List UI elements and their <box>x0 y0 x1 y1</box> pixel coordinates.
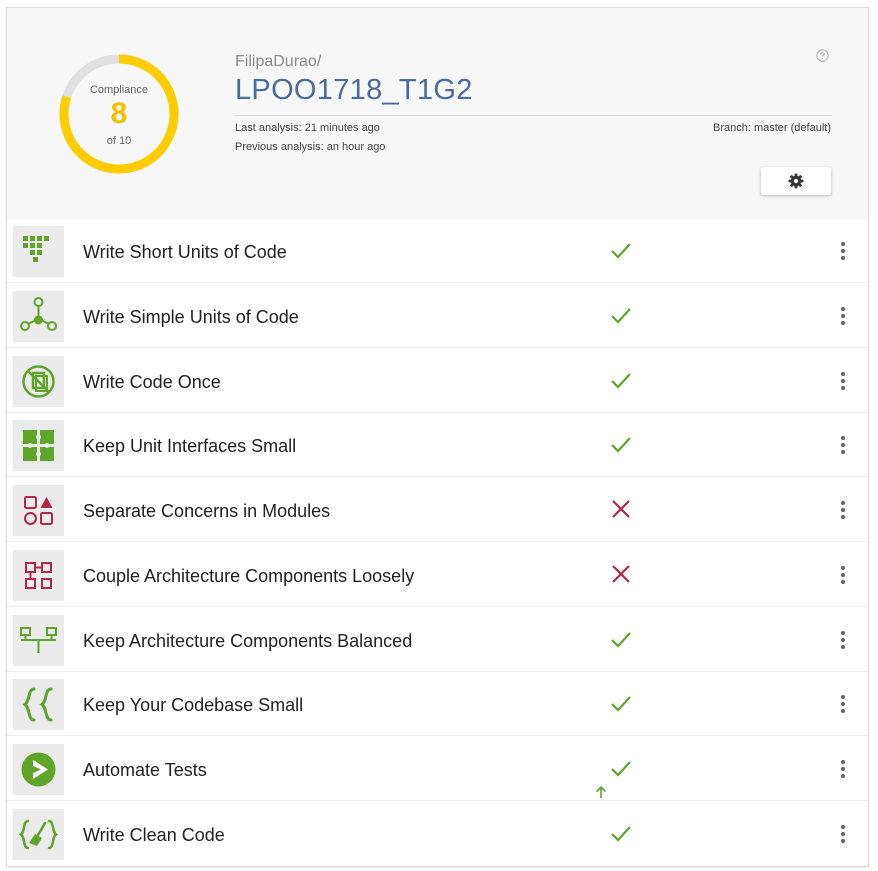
compliance-max: of 10 <box>106 135 132 147</box>
guideline-row[interactable]: Keep Unit Interfaces Small <box>7 413 868 477</box>
more-vert-icon[interactable] <box>839 824 847 844</box>
check-icon <box>611 826 631 842</box>
check-icon <box>611 632 631 648</box>
guideline-row[interactable]: Keep Your Codebase Small <box>7 672 868 736</box>
guideline-row[interactable]: Write Simple Units of Code <box>7 284 868 348</box>
more-vert-icon[interactable] <box>839 694 847 714</box>
guideline-row[interactable]: Write Short Units of Code <box>7 219 868 283</box>
last-analysis: Last analysis: 21 minutes ago <box>235 122 380 134</box>
guideline-label: Keep Architecture Components Balanced <box>83 631 413 651</box>
trend-up-icon <box>595 785 607 798</box>
repository-owner[interactable]: FilipaDurao/ <box>235 53 321 71</box>
guideline-label: Couple Architecture Components Loosely <box>83 566 415 586</box>
guideline-label: Separate Concerns in Modules <box>83 501 331 521</box>
play-icon <box>13 744 64 795</box>
guideline-row[interactable]: Couple Architecture Components Loosely <box>7 543 868 607</box>
balance-icon <box>13 615 64 666</box>
simple-units-icon <box>13 291 64 342</box>
more-vert-icon[interactable] <box>839 241 847 261</box>
broom-icon <box>13 809 64 860</box>
help-circle-icon[interactable] <box>816 49 829 62</box>
guideline-label: Write Clean Code <box>83 825 225 845</box>
check-icon <box>611 308 631 324</box>
puzzle-icon <box>13 420 64 471</box>
header-divider <box>235 115 832 116</box>
compliance-readout: Compliance 8 of 10 <box>58 53 180 175</box>
cross-icon <box>612 565 630 583</box>
more-vert-icon[interactable] <box>839 630 847 650</box>
branch-info: Branch: master (default) <box>713 122 831 134</box>
gear-icon <box>788 173 804 189</box>
guideline-row[interactable]: Write Clean Code <box>7 802 868 866</box>
guideline-label: Keep Your Codebase Small <box>83 695 304 715</box>
guideline-label: Write Simple Units of Code <box>83 307 299 327</box>
more-vert-icon[interactable] <box>839 565 847 585</box>
check-icon <box>611 761 631 777</box>
cross-icon <box>612 500 630 518</box>
repository-header: Compliance 8 of 10 FilipaDurao/ LPOO1718… <box>7 8 868 219</box>
braces-icon <box>13 679 64 730</box>
more-vert-icon[interactable] <box>839 759 847 779</box>
compliance-score: 8 <box>110 97 128 130</box>
previous-analysis: Previous analysis: an hour ago <box>235 141 386 153</box>
more-vert-icon[interactable] <box>839 500 847 520</box>
guideline-label: Write Short Units of Code <box>83 242 287 262</box>
code-once-icon <box>13 356 64 407</box>
settings-button[interactable] <box>761 167 831 195</box>
more-vert-icon[interactable] <box>839 435 847 455</box>
more-vert-icon[interactable] <box>839 371 847 391</box>
modules-icon <box>13 485 64 536</box>
check-icon <box>611 696 631 712</box>
guideline-row[interactable]: Write Code Once <box>7 349 868 413</box>
compliance-label: Compliance <box>89 84 149 96</box>
check-icon <box>611 437 631 453</box>
repository-name[interactable]: LPOO1718_T1G2 <box>235 74 473 107</box>
check-icon <box>611 373 631 389</box>
guideline-label: Keep Unit Interfaces Small <box>83 436 297 456</box>
short-units-icon <box>13 226 64 277</box>
guideline-row[interactable]: Separate Concerns in Modules <box>7 478 868 542</box>
guideline-label: Automate Tests <box>83 760 207 780</box>
repository-card: Compliance 8 of 10 FilipaDurao/ LPOO1718… <box>6 7 869 867</box>
components-icon <box>13 550 64 601</box>
check-icon <box>611 243 631 259</box>
more-vert-icon[interactable] <box>839 306 847 326</box>
guideline-label: Write Code Once <box>83 372 221 392</box>
guideline-row[interactable]: Automate Tests <box>7 737 868 801</box>
guideline-row[interactable]: Keep Architecture Components Balanced <box>7 608 868 672</box>
